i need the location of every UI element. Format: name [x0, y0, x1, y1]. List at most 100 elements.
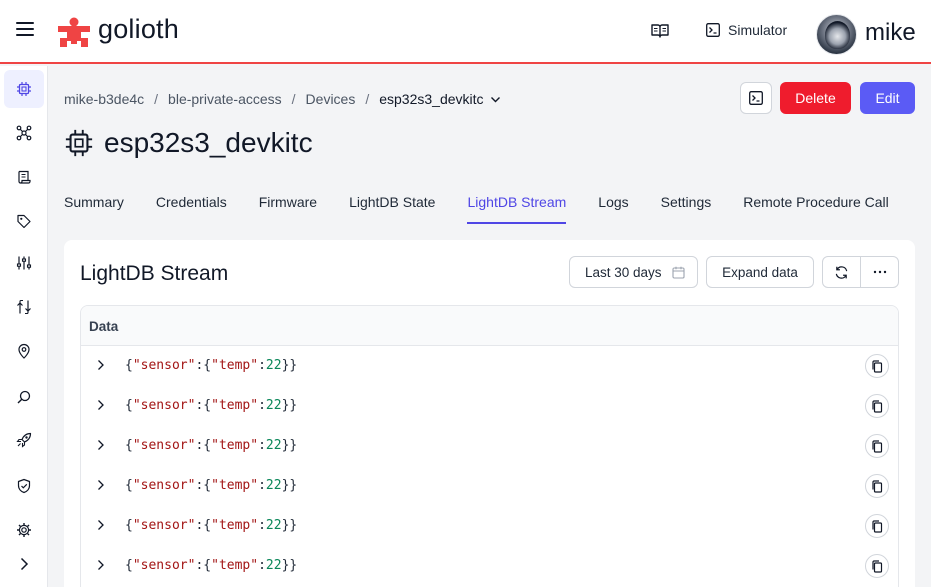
tab-lightdb-stream[interactable]: LightDB Stream — [467, 190, 567, 224]
pipeline-icon — [17, 299, 31, 315]
calendar-icon — [672, 266, 685, 279]
logo[interactable]: golioth — [56, 14, 179, 47]
logo-text: golioth — [98, 14, 179, 44]
json-key: sensor — [140, 398, 188, 413]
chip-icon — [65, 129, 93, 157]
copy-button[interactable] — [865, 514, 889, 538]
tag-icon — [17, 214, 31, 229]
chevron-right-icon[interactable] — [95, 519, 107, 531]
copy-icon — [872, 399, 883, 413]
lightdb-stream-card: LightDB Stream Last 30 days Expand data … — [64, 240, 915, 587]
sliders-icon — [16, 256, 32, 270]
sidebar-item-location[interactable] — [4, 332, 44, 370]
sidebar-item-pipelines[interactable] — [4, 288, 44, 326]
sidebar-item-security[interactable] — [4, 467, 44, 505]
avatar[interactable] — [816, 14, 857, 55]
delete-button[interactable]: Delete — [780, 82, 851, 114]
chevron-right-icon[interactable] — [95, 359, 107, 371]
page-header: esp32s3_devkitc — [64, 127, 313, 159]
json-subkey: temp — [218, 438, 251, 453]
book-icon[interactable] — [651, 23, 669, 39]
tab-firmware[interactable]: Firmware — [259, 190, 317, 224]
menu-icon[interactable] — [16, 22, 34, 40]
breadcrumb-separator: / — [154, 91, 159, 107]
simulator-label: Simulator — [728, 22, 788, 38]
copy-button[interactable] — [865, 394, 889, 418]
edit-button[interactable]: Edit — [860, 82, 915, 114]
json-number: 22 — [265, 398, 282, 413]
chevron-right-icon[interactable] — [95, 479, 107, 491]
json-value: {"sensor":{"temp":22}} — [125, 518, 298, 533]
card-title: LightDB Stream — [80, 262, 229, 285]
json-value: {"sensor":{"temp":22}} — [125, 358, 298, 373]
sidebar-item-settings[interactable] — [4, 511, 44, 549]
breadcrumb-separator: / — [365, 91, 370, 107]
tab-lightdb-state[interactable]: LightDB State — [349, 190, 435, 224]
copy-button[interactable] — [865, 434, 889, 458]
tab-credentials[interactable]: Credentials — [156, 190, 227, 224]
json-number: 22 — [265, 478, 282, 493]
json-number: 22 — [265, 558, 282, 573]
copy-button[interactable] — [865, 554, 889, 578]
json-subkey: temp — [218, 478, 251, 493]
gear-icon — [17, 523, 31, 537]
username[interactable]: mike — [865, 19, 916, 47]
json-subkey: temp — [218, 518, 251, 533]
expand-data-button[interactable]: Expand data — [706, 256, 814, 288]
location-icon — [18, 343, 30, 359]
page-title: esp32s3_devkitc — [104, 127, 313, 158]
breadcrumb-item-devices[interactable]: Devices — [306, 91, 356, 107]
sidebar-item-devices[interactable] — [4, 70, 44, 108]
sidebar-item-fleets[interactable] — [4, 114, 44, 152]
json-number: 22 — [265, 358, 282, 373]
copy-icon — [872, 359, 883, 373]
table-row: {"sensor":{"temp":22}} — [81, 466, 898, 506]
chevron-right-icon[interactable] — [95, 439, 107, 451]
more-options-button[interactable] — [860, 257, 898, 287]
sidebar-item-search[interactable] — [4, 378, 44, 416]
chevron-right-icon[interactable] — [95, 399, 107, 411]
json-subkey: temp — [218, 398, 251, 413]
tab-logs[interactable]: Logs — [598, 190, 628, 224]
refresh-button[interactable] — [823, 257, 860, 287]
sidebar-item-logs[interactable] — [4, 158, 44, 196]
sidebar-item-tags[interactable] — [4, 202, 44, 240]
json-key: sensor — [140, 478, 188, 493]
simulator-button[interactable]: Simulator — [706, 22, 787, 38]
json-key: sensor — [140, 438, 188, 453]
terminal-button[interactable] — [740, 82, 772, 114]
ellipsis-icon — [873, 270, 886, 274]
tab-remote-procedure-call[interactable]: Remote Procedure Call — [743, 190, 889, 224]
date-range-label: Last 30 days — [585, 264, 662, 280]
top-bar: golioth Simulator mike — [0, 0, 931, 64]
sidebar-expand-button[interactable] — [4, 545, 44, 583]
json-number: 22 — [265, 518, 282, 533]
json-value: {"sensor":{"temp":22}} — [125, 438, 298, 453]
sidebar-item-settings-sliders[interactable] — [4, 244, 44, 282]
json-subkey: temp — [218, 358, 251, 373]
breadcrumb-item-org[interactable]: mike-b3de4c — [64, 91, 144, 107]
json-key: sensor — [140, 358, 188, 373]
copy-icon — [872, 479, 883, 493]
copy-button[interactable] — [865, 354, 889, 378]
table-row: {"sensor":{"temp":22}} — [81, 506, 898, 546]
sidebar-item-deployments[interactable] — [4, 421, 44, 459]
copy-button[interactable] — [865, 474, 889, 498]
chevron-right-icon — [20, 557, 29, 571]
json-key: sensor — [140, 558, 188, 573]
tab-summary[interactable]: Summary — [64, 190, 124, 224]
breadcrumb-device-selector[interactable]: esp32s3_devkitc — [379, 91, 500, 107]
chevron-down-icon — [490, 96, 500, 102]
terminal-icon — [749, 91, 763, 105]
sidebar — [0, 66, 48, 587]
scroll-icon — [18, 170, 31, 184]
json-value: {"sensor":{"temp":22}} — [125, 398, 298, 413]
date-range-picker[interactable]: Last 30 days — [569, 256, 698, 288]
search-icon — [17, 390, 31, 404]
breadcrumb-item-project[interactable]: ble-private-access — [168, 91, 282, 107]
chevron-right-icon[interactable] — [95, 559, 107, 571]
table-row: {"sensor":{"temp":22}} — [81, 426, 898, 466]
tab-settings[interactable]: Settings — [661, 190, 712, 224]
stream-data-table: Data {"sensor":{"temp":22}} {"sensor":{"… — [80, 305, 899, 587]
breadcrumb-separator: / — [291, 91, 296, 107]
